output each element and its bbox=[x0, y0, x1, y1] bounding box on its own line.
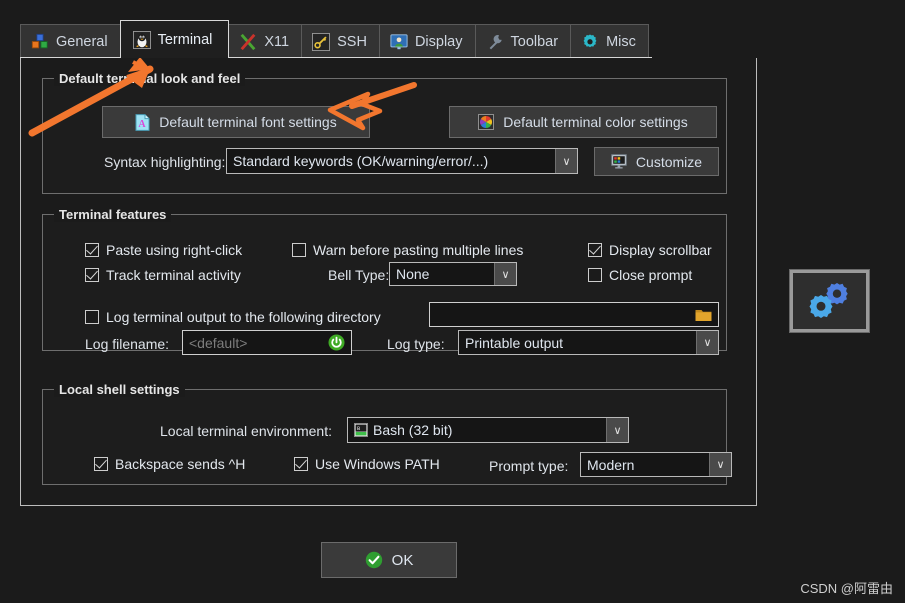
checkbox-use-windows-path[interactable]: Use Windows PATH bbox=[294, 456, 440, 472]
default-terminal-color-settings-button[interactable]: Default terminal color settings bbox=[449, 106, 717, 138]
checkbox-display-scrollbar[interactable]: Display scrollbar bbox=[588, 242, 712, 258]
prompt-type-label: Prompt type: bbox=[489, 458, 569, 474]
reset-icon[interactable] bbox=[328, 334, 345, 351]
tab-terminal[interactable]: Terminal bbox=[119, 20, 230, 58]
font-settings-button-label: Default terminal font settings bbox=[159, 114, 337, 130]
monitor-user-icon bbox=[390, 33, 408, 49]
checkbox-warn-before-pasting[interactable]: Warn before pasting multiple lines bbox=[292, 242, 523, 258]
prompt-type-value: Modern bbox=[587, 456, 635, 473]
log-filename-input[interactable]: <default> bbox=[182, 330, 352, 355]
local-terminal-environment-label: Local terminal environment: bbox=[160, 423, 332, 439]
checkbox-label: Use Windows PATH bbox=[315, 456, 440, 472]
tab-x11[interactable]: X11 bbox=[228, 24, 303, 58]
syntax-highlighting-select[interactable]: Standard keywords (OK/warning/error/...)… bbox=[226, 148, 578, 174]
check-circle-icon bbox=[365, 551, 382, 569]
log-type-select[interactable]: Printable output ∨ bbox=[458, 330, 719, 355]
local-terminal-environment-text: Bash (32 bit) bbox=[373, 422, 453, 438]
log-filename-label: Log filename: bbox=[85, 336, 170, 352]
chevron-down-icon: ∨ bbox=[606, 418, 628, 442]
chevron-down-icon: ∨ bbox=[494, 263, 516, 285]
default-terminal-font-settings-button[interactable]: A Default terminal font settings bbox=[102, 106, 370, 138]
group-look-and-feel: Default terminal look and feel A Default… bbox=[42, 71, 727, 194]
tab-display[interactable]: Display bbox=[378, 24, 476, 58]
settings-preview-icon-box bbox=[789, 269, 870, 333]
group-local-shell-settings: Local shell settings Local terminal envi… bbox=[42, 382, 732, 485]
tab-general[interactable]: General bbox=[20, 24, 121, 58]
x-icon bbox=[241, 33, 256, 50]
bell-type-label: Bell Type: bbox=[328, 267, 390, 283]
checkbox-label: Paste using right-click bbox=[106, 242, 243, 258]
checkbox-label: Track terminal activity bbox=[106, 267, 241, 283]
log-type-value: Printable output bbox=[465, 334, 564, 351]
tab-x11-label: X11 bbox=[264, 33, 290, 50]
syntax-highlighting-value: Standard keywords (OK/warning/error/...) bbox=[233, 153, 489, 169]
log-directory-input[interactable] bbox=[429, 302, 719, 327]
svg-text:A: A bbox=[139, 119, 147, 130]
bash-icon: B bbox=[354, 423, 368, 437]
bell-type-select[interactable]: None ∨ bbox=[389, 262, 517, 286]
chevron-down-icon: ∨ bbox=[709, 453, 731, 476]
tab-misc[interactable]: Misc bbox=[570, 24, 649, 58]
checkbox-box bbox=[85, 268, 99, 282]
settings-tabbar: General Terminal X11 SSH Display Toolbar… bbox=[20, 20, 649, 58]
tab-misc-label: Misc bbox=[606, 33, 636, 50]
wrench-icon bbox=[489, 34, 502, 49]
syntax-highlighting-label: Syntax highlighting: bbox=[104, 154, 226, 170]
local-terminal-environment-value: B Bash (32 bit) bbox=[348, 422, 606, 438]
checkbox-box bbox=[85, 243, 99, 257]
checkbox-close-prompt[interactable]: Close prompt bbox=[588, 267, 692, 283]
blocks-icon bbox=[31, 33, 48, 48]
terminal-settings-panel: Default terminal look and feel A Default… bbox=[20, 58, 757, 506]
group-terminal-features: Terminal features Paste using right-clic… bbox=[42, 207, 727, 355]
tab-toolbar[interactable]: Toolbar bbox=[474, 24, 572, 58]
checkbox-box bbox=[294, 457, 308, 471]
monitor-palette-icon bbox=[611, 154, 627, 169]
tab-ssh[interactable]: SSH bbox=[301, 24, 380, 58]
checkbox-box bbox=[94, 457, 108, 471]
local-terminal-environment-select[interactable]: B Bash (32 bit) ∨ bbox=[347, 417, 629, 443]
checkbox-label: Close prompt bbox=[609, 267, 693, 283]
key-icon bbox=[312, 32, 331, 51]
watermark: CSDN @阿雷由 bbox=[800, 581, 893, 596]
gear-icon bbox=[583, 33, 597, 47]
checkbox-log-terminal-output[interactable]: Log terminal output to the following dir… bbox=[85, 309, 381, 325]
prompt-type-select[interactable]: Modern ∨ bbox=[580, 452, 732, 477]
checkbox-box bbox=[588, 243, 602, 257]
two-gears-icon bbox=[809, 283, 848, 318]
customize-button-label: Customize bbox=[635, 153, 703, 170]
checkbox-box bbox=[588, 268, 602, 282]
checkbox-label: Log terminal output to the following dir… bbox=[106, 309, 381, 325]
folder-icon[interactable] bbox=[695, 308, 712, 322]
checkbox-label: Display scrollbar bbox=[609, 242, 712, 258]
tab-toolbar-label: Toolbar bbox=[510, 33, 559, 50]
penguin-icon bbox=[132, 30, 151, 49]
checkbox-label: Warn before pasting multiple lines bbox=[313, 242, 524, 258]
color-settings-button-label: Default terminal color settings bbox=[503, 114, 688, 130]
checkbox-box bbox=[85, 310, 99, 324]
tab-terminal-label: Terminal bbox=[157, 31, 213, 48]
ok-button[interactable]: OK bbox=[321, 542, 457, 578]
bell-type-value: None bbox=[396, 266, 430, 282]
customize-button[interactable]: Customize bbox=[594, 147, 719, 176]
chevron-down-icon: ∨ bbox=[555, 149, 577, 173]
font-page-icon: A bbox=[135, 113, 150, 131]
settings-window: General Terminal X11 SSH Display Toolbar… bbox=[0, 0, 905, 603]
log-filename-placeholder: <default> bbox=[189, 334, 248, 351]
checkbox-paste-using-right-click[interactable]: Paste using right-click bbox=[85, 242, 242, 258]
group-look-and-feel-legend: Default terminal look and feel bbox=[54, 71, 246, 86]
chevron-down-icon: ∨ bbox=[696, 331, 718, 354]
ok-button-label: OK bbox=[391, 551, 414, 569]
checkbox-box bbox=[292, 243, 306, 257]
group-terminal-features-legend: Terminal features bbox=[54, 207, 172, 222]
tab-general-label: General bbox=[56, 33, 108, 50]
tab-display-label: Display bbox=[414, 33, 463, 50]
checkbox-label: Backspace sends ^H bbox=[115, 456, 246, 472]
checkbox-track-terminal-activity[interactable]: Track terminal activity bbox=[85, 267, 241, 283]
tab-ssh-label: SSH bbox=[337, 33, 367, 50]
checkbox-backspace-sends-ctrl-h[interactable]: Backspace sends ^H bbox=[94, 456, 245, 472]
group-local-shell-legend: Local shell settings bbox=[54, 382, 185, 397]
log-type-label: Log type: bbox=[387, 336, 445, 352]
color-wheel-icon bbox=[478, 114, 495, 130]
